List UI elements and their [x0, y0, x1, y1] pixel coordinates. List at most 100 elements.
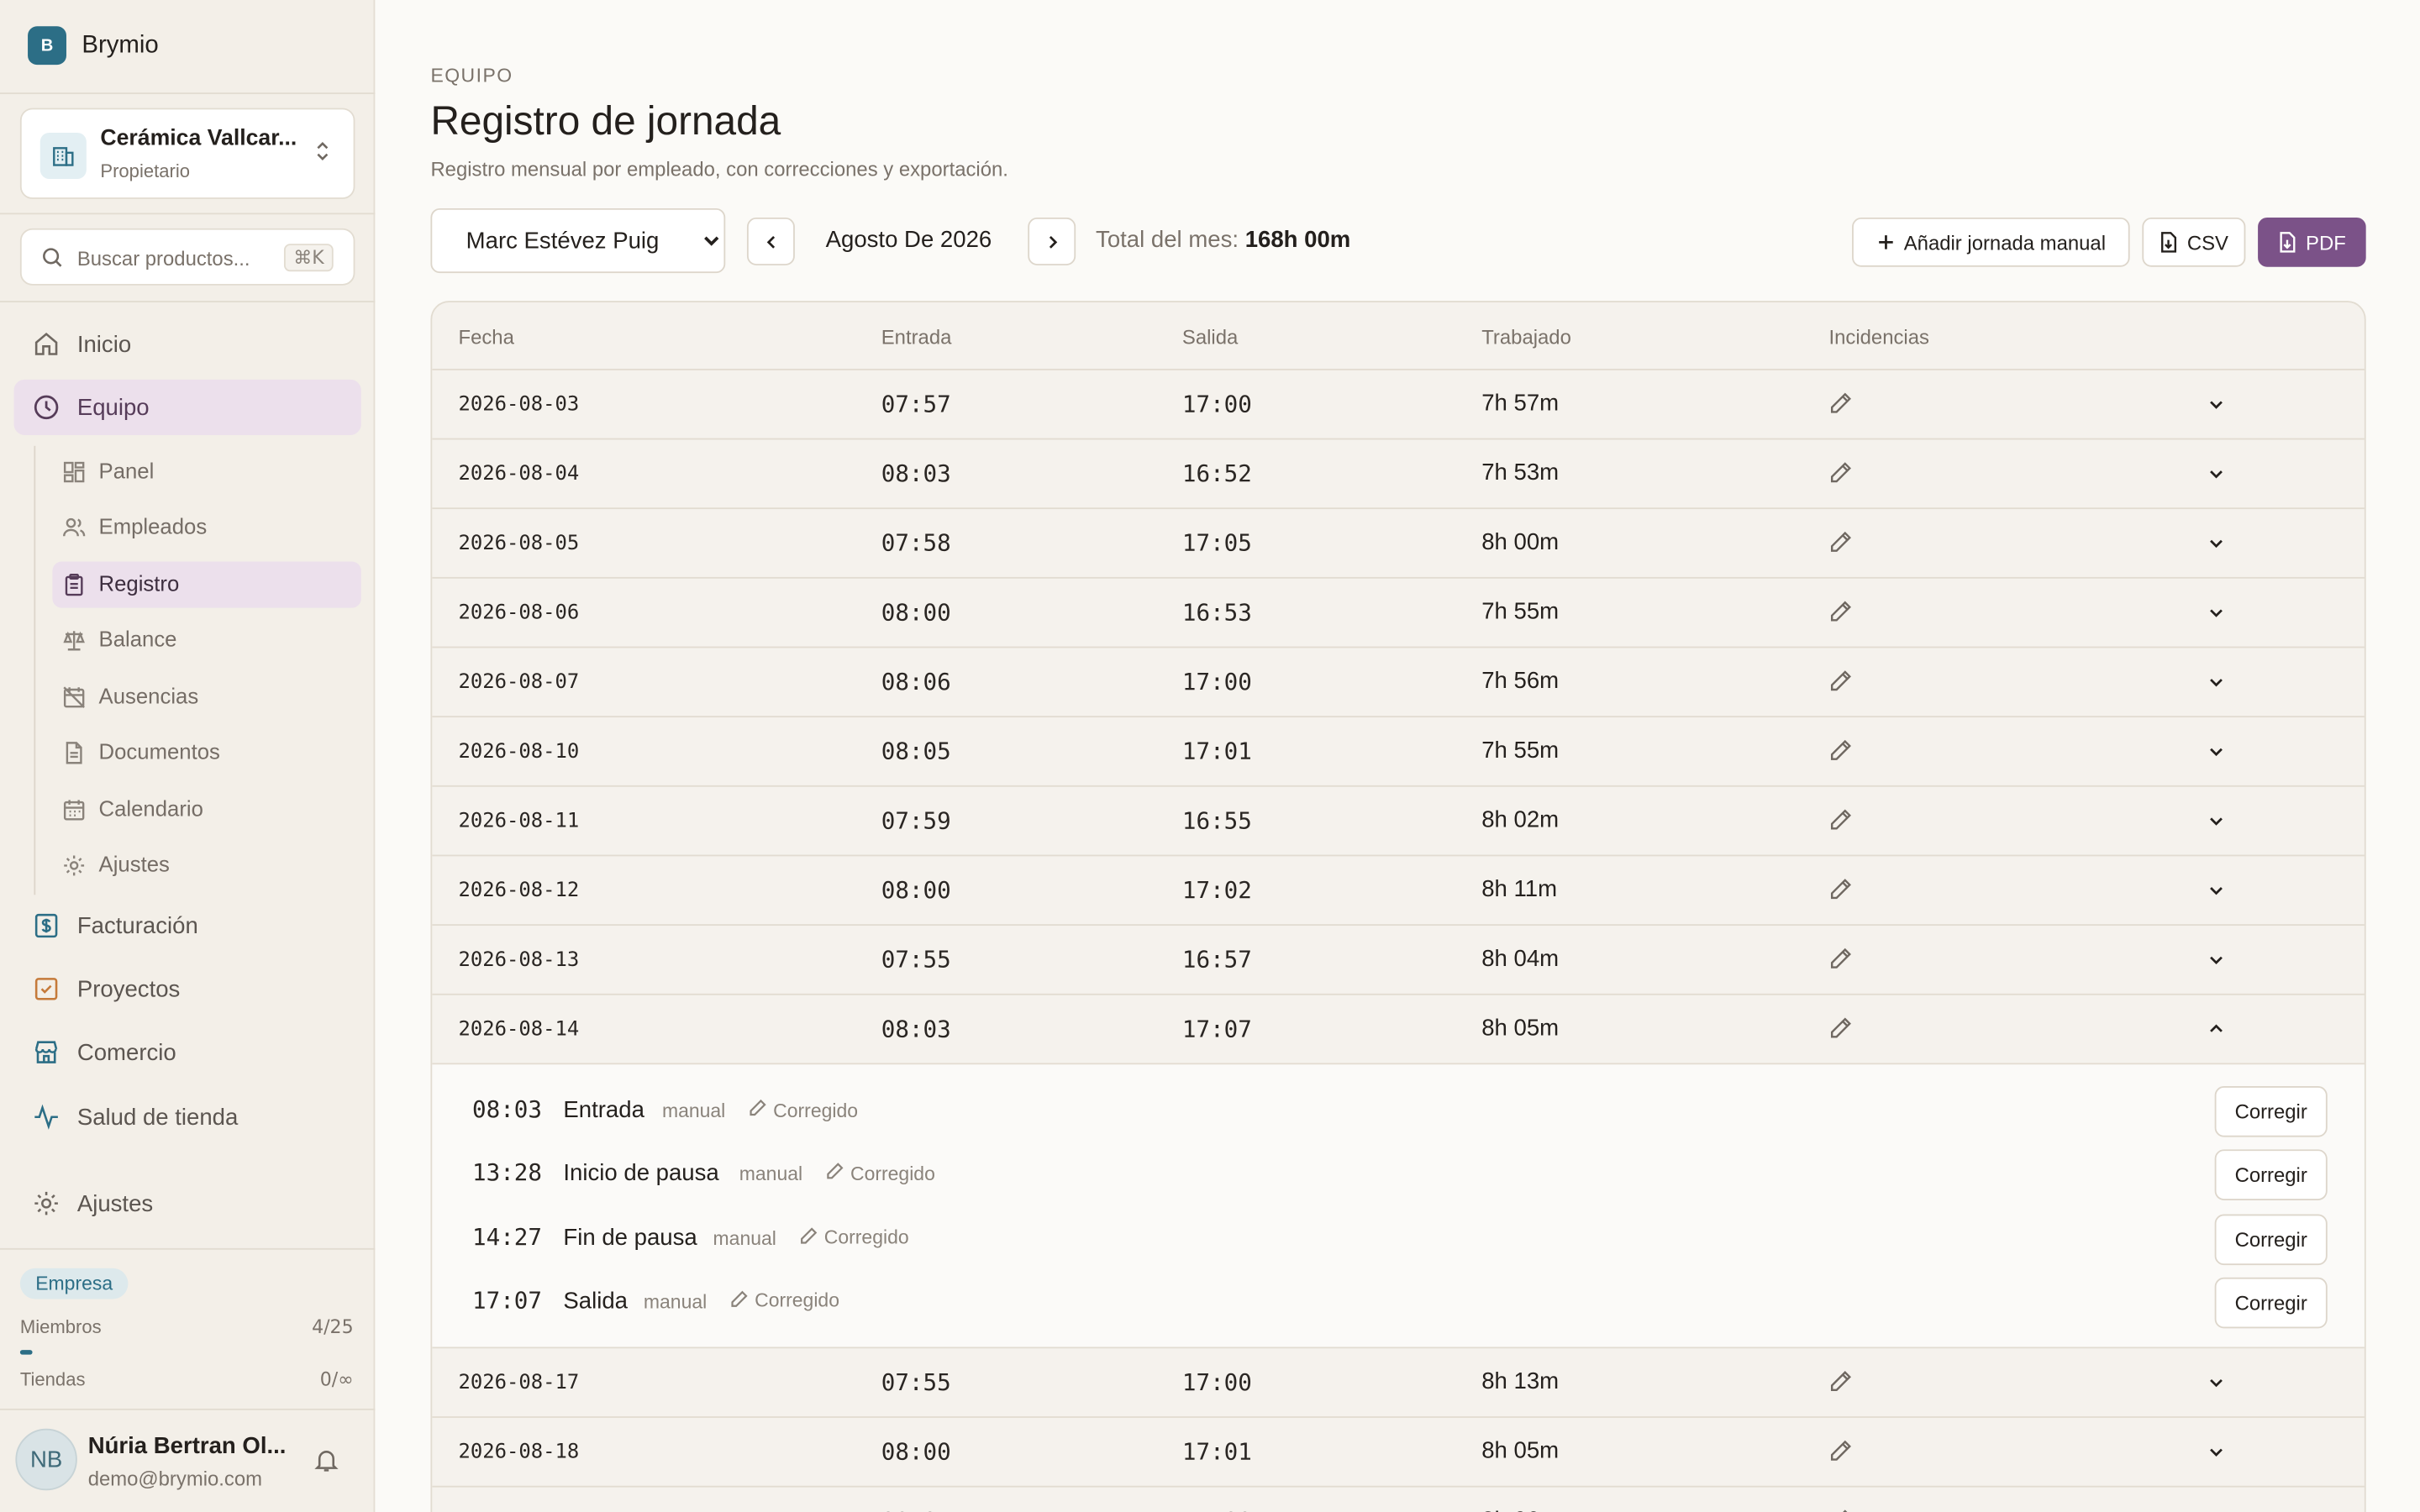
subnav-label: Calendario	[98, 795, 203, 822]
pencil-icon[interactable]	[1828, 1438, 1853, 1471]
chevron-down-icon[interactable]	[2207, 463, 2225, 491]
export-csv-button[interactable]: CSV	[2142, 217, 2246, 267]
nav-item-equipo[interactable]: Equipo	[13, 379, 361, 435]
table-row[interactable]: 2026-08-12 08:00 17:02 8h 11m	[432, 856, 2365, 927]
subnav-item-balance[interactable]: Balance	[52, 617, 360, 664]
table-row[interactable]: 2026-08-06 08:00 16:53 7h 55m	[432, 579, 2365, 648]
search-box[interactable]: ⌘K	[19, 228, 355, 286]
chevron-down-icon[interactable]	[2207, 671, 2225, 699]
cell-entrada: 07:58	[881, 528, 951, 558]
next-month-button[interactable]	[1028, 217, 1076, 265]
chevron-up-down-icon	[313, 139, 332, 171]
bell-icon[interactable]	[313, 1447, 339, 1481]
subnav-item-calendario[interactable]: Calendario	[52, 787, 360, 833]
nav-item-ajustes[interactable]: Ajustes	[14, 1176, 361, 1231]
org-switcher[interactable]: Cerámica Vallcar... Propietario	[19, 108, 355, 199]
corrected-label: Corregido	[755, 1290, 839, 1312]
divider	[0, 213, 376, 215]
event-time: 14:27	[472, 1222, 542, 1251]
nav-item-proyectos[interactable]: Proyectos	[14, 961, 361, 1016]
chevron-down-icon[interactable]	[2207, 1441, 2225, 1468]
chevron-down-icon[interactable]	[2207, 533, 2225, 560]
subnav-label: Registro	[98, 570, 180, 596]
members-progress-fill	[19, 1350, 32, 1355]
event-time: 13:28	[472, 1158, 542, 1187]
subnav-item-panel[interactable]: Panel	[52, 449, 360, 495]
event-type: Salida	[563, 1288, 628, 1315]
subnav-item-registro[interactable]: Registro	[52, 561, 361, 608]
month-total-value: 168h 00m	[1244, 226, 1351, 254]
subnav-item-documentos[interactable]: Documentos	[52, 730, 360, 776]
employee-select[interactable]: Marc Estévez Puig	[430, 207, 726, 274]
table-row[interactable]: 2026-08-14 08:03 17:07 8h 05m	[432, 995, 2365, 1065]
subnav-label: Panel	[98, 458, 155, 483]
pencil-icon[interactable]	[1828, 807, 1853, 840]
pencil-icon[interactable]	[1828, 1016, 1853, 1048]
subnav-label: Empleados	[98, 513, 208, 539]
stores-label: Tiendas	[19, 1368, 86, 1390]
corrected-flag: Corregido	[730, 1289, 839, 1313]
correct-button[interactable]: Corregir	[2214, 1149, 2328, 1201]
cell-salida: 17:00	[1181, 1368, 1252, 1397]
pencil-icon	[749, 1099, 767, 1122]
nav-label: Ajustes	[76, 1190, 154, 1217]
pencil-icon[interactable]	[1828, 738, 1853, 770]
document-icon	[66, 742, 82, 764]
search-icon	[43, 248, 62, 267]
nav-item-comercio[interactable]: Comercio	[14, 1025, 361, 1080]
pencil-icon[interactable]	[1828, 529, 1853, 562]
table-row[interactable]: 2026-08-1908:0117:008h 06	[432, 1488, 2365, 1512]
stores-value: 0/∞	[319, 1368, 354, 1390]
prev-month-button[interactable]	[746, 217, 795, 265]
file-download-icon	[2280, 232, 2296, 253]
export-pdf-button[interactable]: PDF	[2258, 217, 2366, 267]
chevron-down-icon[interactable]	[2207, 879, 2225, 907]
table-row[interactable]: 2026-08-13 07:55 16:57 8h 04m	[432, 926, 2365, 995]
pencil-icon	[730, 1289, 749, 1313]
building-icon	[39, 132, 87, 180]
members-progress	[19, 1350, 355, 1355]
add-manual-entry-label: Añadir jornada manual	[1903, 230, 2107, 255]
chevron-down-icon[interactable]	[2207, 810, 2225, 837]
chevron-down-icon[interactable]	[2207, 949, 2225, 977]
table-row[interactable]: 2026-08-05 07:58 17:05 8h 00m	[432, 509, 2365, 579]
pencil-icon[interactable]	[1828, 459, 1853, 492]
pencil-icon[interactable]	[1828, 1368, 1853, 1401]
shortcut-hint: ⌘K	[284, 244, 334, 272]
cell-salida: 16:52	[1181, 459, 1252, 488]
correct-button[interactable]: Corregir	[2214, 1086, 2328, 1137]
chevron-down-icon[interactable]	[2207, 601, 2225, 629]
search-input[interactable]	[76, 242, 286, 274]
table-row[interactable]: 2026-08-07 08:06 17:00 7h 56m	[432, 648, 2365, 718]
chevron-down-icon[interactable]	[2207, 393, 2225, 421]
nav-item-inicio[interactable]: Inicio	[14, 317, 361, 372]
pencil-icon[interactable]	[1828, 391, 1853, 423]
table-row[interactable]: 2026-08-11 07:59 16:55 8h 02m	[432, 787, 2365, 857]
subnav-item-ausencias[interactable]: Ausencias	[52, 675, 360, 721]
table-row[interactable]: 2026-08-18 08:00 17:01 8h 05m	[432, 1418, 2365, 1488]
nav-label: Facturación	[76, 912, 198, 939]
table-row[interactable]: 2026-08-04 08:03 16:52 7h 53m	[432, 439, 2365, 510]
chevron-down-icon[interactable]	[2207, 1372, 2225, 1399]
pencil-icon[interactable]	[1828, 946, 1853, 979]
correct-button[interactable]: Corregir	[2214, 1213, 2328, 1265]
chevron-up-icon[interactable]	[2207, 1018, 2225, 1046]
nav-item-facturacion[interactable]: Facturación	[14, 898, 361, 953]
brand[interactable]: B Brymio	[28, 26, 159, 66]
nav-item-salud-tienda[interactable]: Salud de tienda	[14, 1089, 361, 1145]
table-row[interactable]: 2026-08-17 07:55 17:00 8h 13m	[432, 1348, 2365, 1418]
chevron-down-icon[interactable]	[2207, 741, 2225, 769]
table-row[interactable]: 2026-08-03 07:57 17:00 7h 57m	[432, 370, 2365, 440]
corrected-label: Corregido	[823, 1226, 909, 1249]
subnav-item-ajustes[interactable]: Ajustes	[52, 843, 360, 889]
correct-button[interactable]: Corregir	[2214, 1277, 2328, 1329]
add-manual-entry-button[interactable]: Añadir jornada manual	[1852, 217, 2130, 267]
avatar: NB	[15, 1428, 77, 1491]
pencil-icon[interactable]	[1828, 668, 1853, 701]
subnav-item-empleados[interactable]: Empleados	[52, 505, 360, 551]
table-row[interactable]: 2026-08-10 08:05 17:01 7h 55m	[432, 717, 2365, 787]
pencil-icon[interactable]	[1828, 1507, 1853, 1512]
pencil-icon[interactable]	[1828, 599, 1853, 632]
pencil-icon[interactable]	[1828, 876, 1853, 909]
current-month: Agosto De 2026	[825, 226, 992, 254]
